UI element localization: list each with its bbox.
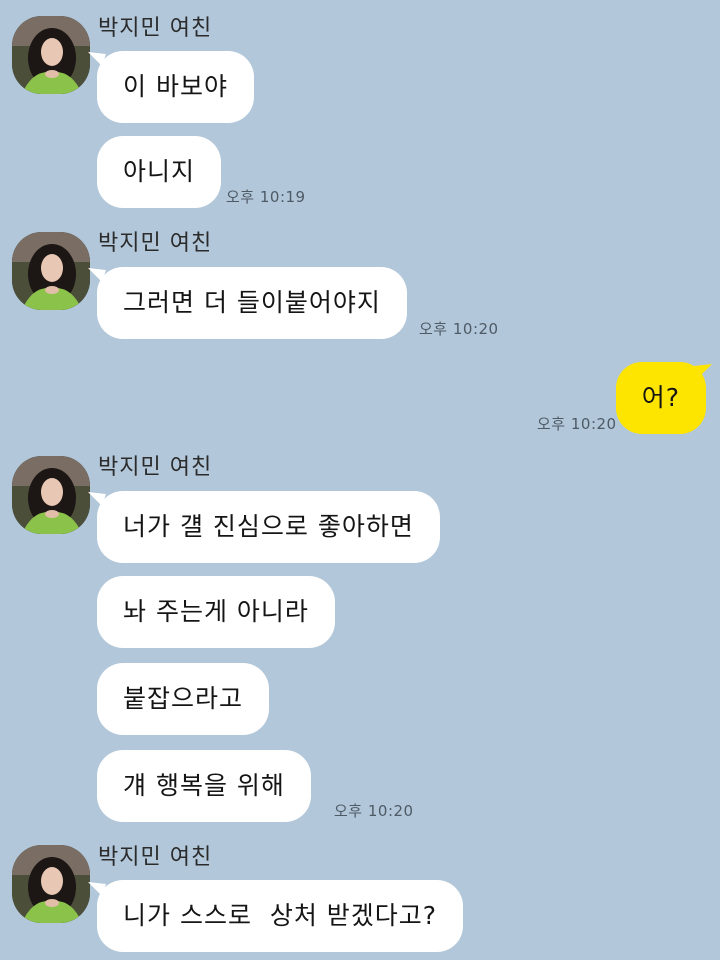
avatar-photo <box>12 16 90 94</box>
message-bubble[interactable]: 붙잡으라고 <box>97 663 270 735</box>
message-bubble[interactable]: 그러면 더 들이붙어야지 <box>97 267 407 339</box>
avatar-photo <box>12 845 90 923</box>
message-bubble[interactable]: 이 바보야 <box>97 51 254 123</box>
message-time: 오후 10:20 <box>419 320 499 338</box>
message-bubble[interactable]: 너가 걜 진심으로 좋아하면 <box>97 491 440 563</box>
sender-name: 박지민 여친 <box>98 845 213 870</box>
avatar-photo <box>12 232 90 310</box>
profile-avatar[interactable] <box>12 16 90 94</box>
message-bubble[interactable]: 아니지 <box>97 136 222 208</box>
sender-name: 박지민 여친 <box>98 16 213 41</box>
message-time: 오후 10:19 <box>226 188 306 206</box>
message-bubble[interactable]: 놔 주는게 아니라 <box>97 576 335 648</box>
profile-avatar[interactable] <box>12 456 90 534</box>
chat-room: 박지민 여친 이 바보야 아니지 오후 10:19 박지민 여친 그러면 더 들… <box>0 0 720 960</box>
profile-avatar[interactable] <box>12 232 90 310</box>
message-bubble[interactable]: 니가 스스로 상처 받겠다고? <box>97 880 464 952</box>
sender-name: 박지민 여친 <box>98 231 213 256</box>
bubble-tail <box>694 364 712 378</box>
message-time: 오후 10:20 <box>334 802 414 820</box>
message-bubble[interactable]: 걔 행복을 위해 <box>97 750 311 822</box>
profile-avatar[interactable] <box>12 845 90 923</box>
message-time: 오후 10:20 <box>537 415 617 433</box>
sender-name: 박지민 여친 <box>98 455 213 480</box>
sent-message-bubble[interactable]: 어? <box>615 362 706 434</box>
avatar-photo <box>12 456 90 534</box>
